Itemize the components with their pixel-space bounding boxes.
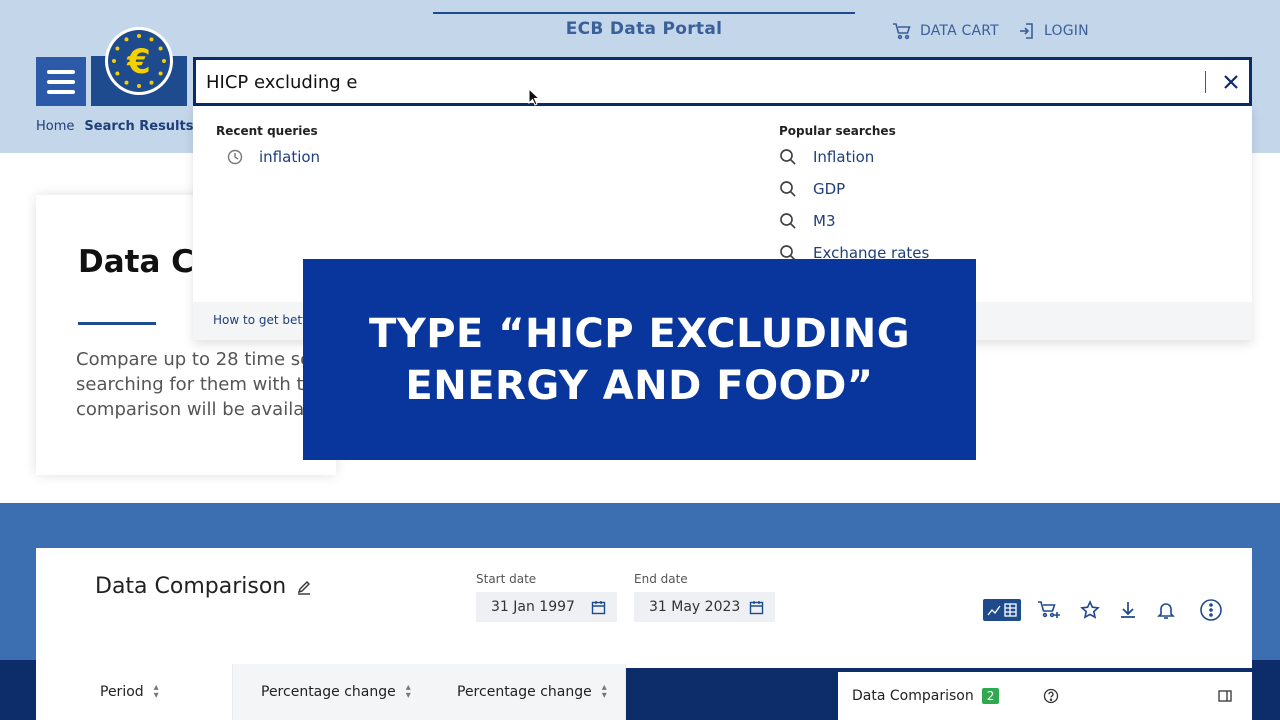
recent-query-item[interactable]: inflation bbox=[227, 148, 320, 166]
calendar-icon bbox=[591, 600, 606, 614]
add-to-cart-button[interactable] bbox=[1037, 598, 1061, 622]
download-button[interactable] bbox=[1116, 598, 1140, 622]
intro-text-line: searching for them with the search bar. … bbox=[76, 374, 304, 395]
help-icon[interactable] bbox=[1043, 688, 1059, 704]
portal-title: ECB Data Portal bbox=[565, 19, 723, 39]
search-icon bbox=[780, 149, 796, 165]
intro-text-line: comparison will be available below. bbox=[76, 399, 304, 420]
bell-icon bbox=[1157, 603, 1175, 619]
menu-icon-bar bbox=[47, 79, 75, 84]
column-header-label: Percentage change bbox=[457, 684, 592, 700]
instruction-banner: TYPE “HICP EXCLUDING ENERGY AND FOOD” bbox=[303, 259, 976, 460]
column-header-percentage-change[interactable]: Percentage change ▴ ▾ bbox=[429, 664, 625, 720]
side-panel-title: Data Comparison bbox=[852, 688, 974, 704]
popular-search-label: Inflation bbox=[813, 148, 875, 166]
sort-icon: ▴ ▾ bbox=[153, 682, 159, 701]
end-date-value: 31 May 2023 bbox=[649, 599, 741, 615]
calendar-icon bbox=[749, 600, 764, 614]
popular-searches-heading: Popular searches bbox=[779, 124, 896, 138]
alerts-button[interactable] bbox=[1154, 598, 1178, 622]
recent-query-label: inflation bbox=[259, 148, 321, 166]
history-icon bbox=[227, 149, 243, 165]
popular-search-label: M3 bbox=[813, 212, 836, 230]
column-header-label: Period bbox=[100, 684, 144, 700]
more-options-button[interactable] bbox=[1199, 598, 1223, 622]
ecb-logo[interactable]: € bbox=[91, 18, 187, 106]
start-date-label: Start date bbox=[476, 572, 537, 586]
menu-button[interactable] bbox=[36, 57, 86, 106]
chart-table-icon bbox=[987, 603, 1017, 617]
column-header-label: Percentage change bbox=[261, 684, 396, 700]
intro-text-line: Compare up to 28 time series by bbox=[76, 349, 304, 370]
popular-search-label: GDP bbox=[813, 180, 846, 198]
comparison-title: Data Comparison bbox=[95, 574, 312, 599]
breadcrumb-current[interactable]: Search Results bbox=[84, 119, 193, 134]
logo-euro-symbol: € bbox=[126, 42, 151, 82]
series-count-badge: 2 bbox=[981, 688, 1000, 704]
banner-line: ENERGY AND FOOD” bbox=[405, 362, 874, 409]
search-input[interactable] bbox=[206, 69, 1186, 95]
menu-icon-bar bbox=[47, 69, 75, 74]
search-icon bbox=[780, 181, 796, 197]
edit-pencil-icon[interactable] bbox=[296, 579, 312, 595]
breadcrumb: Home Search Results bbox=[36, 119, 193, 134]
search-box bbox=[193, 57, 1252, 106]
search-clear-button[interactable] bbox=[1218, 69, 1244, 95]
close-icon bbox=[1224, 75, 1238, 89]
data-cart-link[interactable]: DATA CART bbox=[892, 22, 999, 40]
cart-icon bbox=[893, 23, 911, 40]
sort-icon: ▴ ▾ bbox=[601, 682, 607, 701]
search-divider bbox=[1205, 71, 1206, 93]
column-header-percentage-change[interactable]: Percentage change ▴ ▾ bbox=[233, 664, 429, 720]
favourite-button[interactable] bbox=[1078, 598, 1102, 622]
intro-rule bbox=[78, 322, 156, 325]
sort-icon: ▴ ▾ bbox=[405, 682, 411, 701]
more-vertical-icon bbox=[1200, 599, 1222, 621]
panel-toggle-icon[interactable] bbox=[1217, 688, 1233, 704]
start-date-field[interactable]: 31 Jan 1997 bbox=[476, 592, 617, 622]
chart-table-toggle[interactable] bbox=[983, 599, 1021, 621]
login-label: LOGIN bbox=[1044, 23, 1089, 39]
mouse-cursor-icon bbox=[528, 88, 540, 106]
breadcrumb-home[interactable]: Home bbox=[36, 119, 74, 134]
popular-search-item[interactable]: Inflation bbox=[779, 148, 874, 166]
download-icon bbox=[1121, 602, 1135, 618]
intro-text: Compare up to 28 time series by searchin… bbox=[76, 347, 304, 422]
cart-add-icon bbox=[1038, 601, 1060, 618]
header-top-rule bbox=[433, 12, 855, 14]
search-icon bbox=[780, 213, 796, 229]
instruction-banner-text: TYPE “HICP EXCLUDING ENERGY AND FOOD” bbox=[369, 308, 910, 412]
recent-queries-heading: Recent queries bbox=[216, 124, 318, 138]
column-header-period[interactable]: Period ▴ ▾ bbox=[36, 664, 232, 720]
popular-search-item[interactable]: GDP bbox=[779, 180, 845, 198]
end-date-label: End date bbox=[634, 572, 688, 586]
login-link[interactable]: LOGIN bbox=[1018, 22, 1089, 40]
comparison-side-panel: Data Comparison 2 bbox=[838, 672, 1252, 720]
popular-search-item[interactable]: M3 bbox=[779, 212, 836, 230]
star-icon bbox=[1080, 600, 1100, 619]
start-date-value: 31 Jan 1997 bbox=[491, 599, 575, 615]
menu-icon-bar bbox=[47, 89, 75, 94]
end-date-field[interactable]: 31 May 2023 bbox=[634, 592, 775, 622]
data-cart-label: DATA CART bbox=[920, 23, 999, 39]
login-icon bbox=[1020, 23, 1033, 39]
comparison-title-label: Data Comparison bbox=[95, 574, 287, 599]
banner-line: TYPE “HICP EXCLUDING bbox=[368, 310, 911, 357]
